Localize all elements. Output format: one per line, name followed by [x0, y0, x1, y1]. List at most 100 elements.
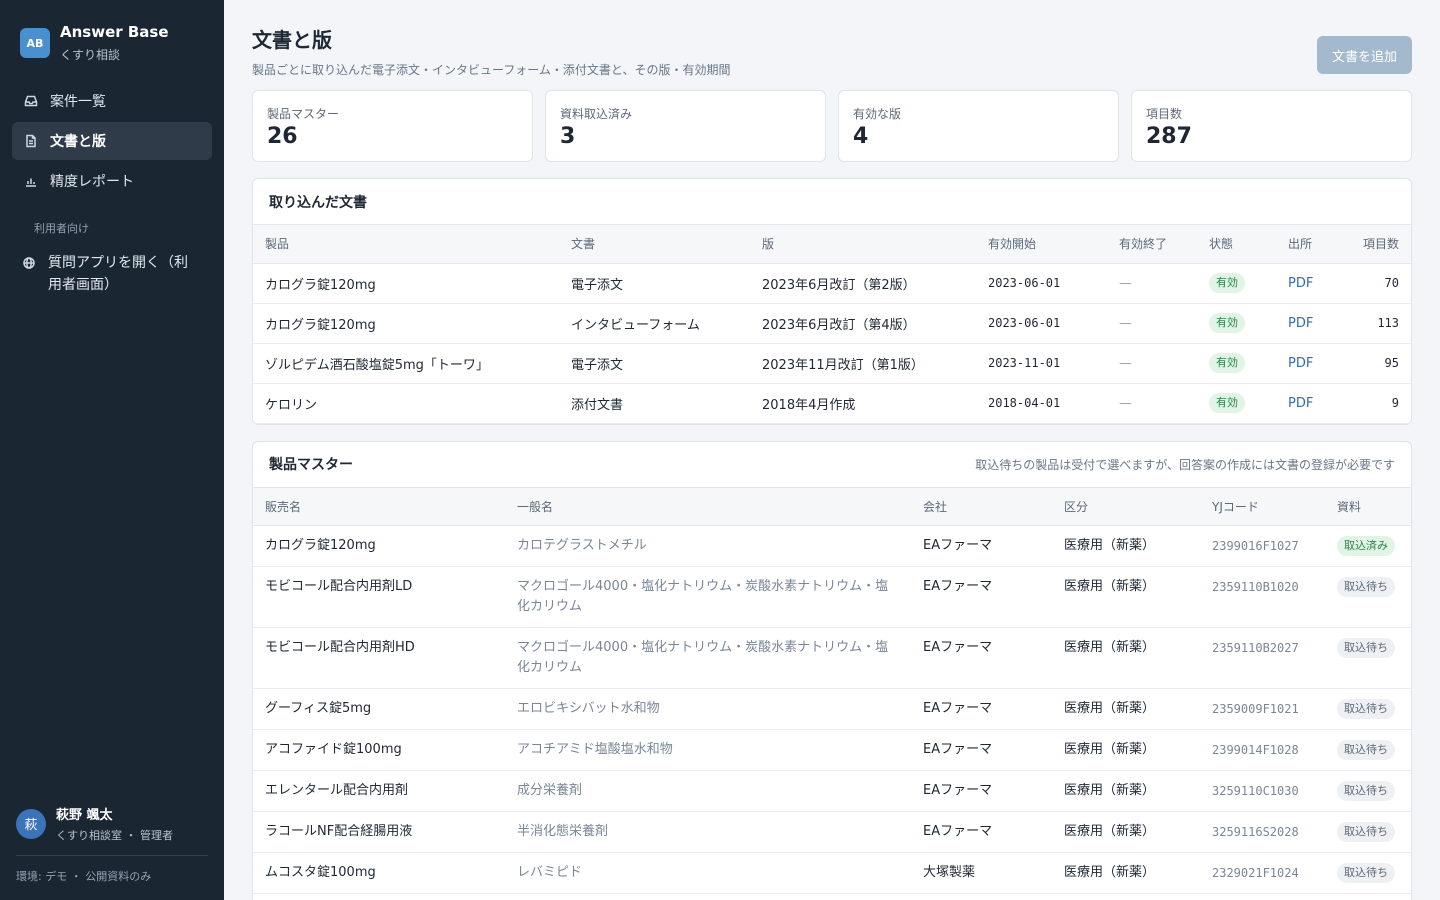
- brand-logo: AB: [20, 28, 50, 58]
- pdf-link[interactable]: PDF: [1288, 316, 1313, 331]
- version-cell: 2018年4月作成: [750, 383, 976, 424]
- sidebar-item-label: 精度レポート: [50, 174, 134, 190]
- material-status-cell: 取込待ち: [1325, 566, 1411, 628]
- source-cell: PDF: [1276, 263, 1338, 304]
- table-row[interactable]: エレンタール配合内用剤 成分栄養剤 EAファーマ 医療用（新薬） 3259110C103…: [253, 770, 1411, 812]
- category-cell: 医療用（新薬）: [1052, 688, 1200, 730]
- table-row[interactable]: ムコスタ錠100mg レバミピド 大塚製薬 医療用（新薬） 2329021F1024 取込…: [253, 852, 1411, 894]
- company-cell: [911, 893, 1052, 900]
- column-header[interactable]: 有効開始: [976, 225, 1107, 264]
- stat-value: 26: [267, 124, 298, 149]
- end-date-cell: —: [1107, 303, 1197, 344]
- generic-name-cell: カロテグラストメチル: [505, 525, 911, 567]
- inbox-icon: [24, 94, 38, 108]
- yj-code-cell: 2359110B2027: [1200, 627, 1325, 689]
- doc-cell: 電子添文: [559, 263, 750, 304]
- category-cell: 医療用（新薬）: [1052, 729, 1200, 771]
- sidebar-item-label: 案件一覧: [50, 94, 106, 110]
- table-row[interactable]: カログラ錠120mg カロテグラストメチル EAファーマ 医療用（新薬） 2399016…: [253, 525, 1411, 567]
- column-header[interactable]: 出所: [1276, 225, 1338, 264]
- user-role: くすり相談室 ・ 管理者: [56, 829, 173, 842]
- stat-value: 287: [1146, 124, 1192, 149]
- table-row[interactable]: モビコール配合内用剤LD マクロゴール4000・塩化ナトリウム・炭酸水素ナトリウム…: [253, 566, 1411, 628]
- category-cell: 医療用（新薬）: [1052, 770, 1200, 812]
- status-cell: 有効: [1197, 303, 1276, 344]
- column-header[interactable]: 資料: [1325, 487, 1411, 526]
- table-header-row: 製品 文書 版 有効開始 有効終了 状態 出所 項目数: [253, 225, 1411, 264]
- stat-label: 資料取込済み: [560, 107, 633, 121]
- sidebar-item-accuracy-report[interactable]: 精度レポート: [12, 162, 212, 200]
- column-header[interactable]: 販売名: [253, 487, 505, 526]
- company-cell: EAファーマ: [911, 525, 1052, 567]
- generic-name-cell: エロビキシバット水和物: [505, 688, 911, 730]
- company-cell: EAファーマ: [911, 688, 1052, 730]
- stat-value: 4: [853, 124, 869, 149]
- source-cell: PDF: [1276, 303, 1338, 344]
- status-badge: 取込待ち: [1337, 577, 1395, 597]
- doc-cell: 添付文書: [559, 383, 750, 424]
- column-header[interactable]: 一般名: [505, 487, 911, 526]
- yj-code-cell: 2329021F1024: [1200, 852, 1325, 894]
- bar-chart-icon: [24, 174, 38, 188]
- version-cell: 2023年6月改訂（第4版）: [750, 303, 976, 344]
- source-cell: PDF: [1276, 343, 1338, 384]
- table-row[interactable]: ラコールNF配合経腸用液 半消化態栄養剤 EAファーマ 医療用（新薬） 3259116S…: [253, 811, 1411, 853]
- version-cell: 2023年11月改訂（第1版）: [750, 343, 976, 384]
- end-date-cell: —: [1107, 383, 1197, 424]
- company-cell: EAファーマ: [911, 811, 1052, 853]
- column-header[interactable]: 項目数: [1338, 225, 1411, 264]
- table-row[interactable]: ケロリン 添付文書 2018年4月作成 2018-04-01 — 有効 PDF …: [253, 383, 1411, 424]
- table-row[interactable]: [253, 893, 1411, 900]
- pdf-link[interactable]: PDF: [1288, 396, 1313, 411]
- doc-cell: インタビューフォーム: [559, 303, 750, 344]
- column-header[interactable]: 状態: [1197, 225, 1276, 264]
- company-cell: EAファーマ: [911, 566, 1052, 628]
- generic-name-cell: アコチアミド塩酸塩水和物: [505, 729, 911, 771]
- sidebar-item-label: 質問アプリを開く（利用者画面）: [48, 255, 188, 293]
- table-row[interactable]: アコファイド錠100mg アコチアミド塩酸塩水和物 EAファーマ 医療用（新薬） 239…: [253, 729, 1411, 771]
- sales-name-cell: モビコール配合内用剤LD: [253, 566, 505, 628]
- table-row[interactable]: ゾルピデム酒石酸塩錠5mg「トーワ」 電子添文 2023年11月改訂（第1版） …: [253, 343, 1411, 384]
- card-title: 製品マスター: [269, 457, 353, 473]
- card-note: 取込待ちの製品は受付で選べますが、回答案の作成には文書の登録が必要です: [975, 457, 1395, 472]
- status-cell: 有効: [1197, 383, 1276, 424]
- column-header[interactable]: 製品: [253, 225, 559, 264]
- pdf-link[interactable]: PDF: [1288, 356, 1313, 371]
- pdf-link[interactable]: PDF: [1288, 276, 1313, 291]
- count-cell: 95: [1338, 343, 1411, 384]
- column-header[interactable]: 区分: [1052, 487, 1200, 526]
- sales-name-cell: アコファイド錠100mg: [253, 729, 505, 771]
- sidebar-item-open-user-app[interactable]: 質問アプリを開く（利用者画面）: [12, 244, 212, 304]
- column-header[interactable]: 版: [750, 225, 976, 264]
- user-profile[interactable]: 萩 萩野 颯太 くすり相談室 ・ 管理者: [16, 804, 208, 856]
- user-name: 萩野 颯太: [56, 808, 113, 823]
- table-row[interactable]: カログラ錠120mg 電子添文 2023年6月改訂（第2版） 2023-06-0…: [253, 263, 1411, 304]
- sidebar: AB Answer Base くすり相談 案件一覧 文書と版 精度レポート 利用…: [0, 0, 224, 900]
- add-document-button[interactable]: 文書を追加: [1316, 36, 1412, 74]
- column-header[interactable]: YJコード: [1200, 487, 1325, 526]
- status-badge: 取込待ち: [1337, 740, 1395, 760]
- table-row[interactable]: グーフィス錠5mg エロビキシバット水和物 EAファーマ 医療用（新薬） 2359009…: [253, 688, 1411, 730]
- brand-title: Answer Base: [60, 23, 169, 41]
- category-cell: 医療用（新薬）: [1052, 811, 1200, 853]
- column-header[interactable]: 文書: [559, 225, 750, 264]
- yj-code-cell: 2359009F1021: [1200, 688, 1325, 730]
- stat-card: 項目数 287: [1131, 90, 1412, 162]
- yj-code-cell: 3259110C1030: [1200, 770, 1325, 812]
- documents-card: 取り込んだ文書 製品 文書 版 有効開始 有効終了 状態 出所 項目数 カログラ…: [252, 178, 1412, 425]
- status-badge: 有効: [1209, 353, 1245, 373]
- brand: AB Answer Base くすり相談: [0, 0, 224, 82]
- column-header[interactable]: 有効終了: [1107, 225, 1197, 264]
- product-master-table: 販売名 一般名 会社 区分 YJコード 資料 カログラ錠120mg カロテグラスト…: [253, 487, 1411, 900]
- yj-code-cell: 2359110B1020: [1200, 566, 1325, 628]
- sidebar-item-cases[interactable]: 案件一覧: [12, 82, 212, 120]
- category-cell: 医療用（新薬）: [1052, 566, 1200, 628]
- status-badge: 有効: [1209, 313, 1245, 333]
- table-row[interactable]: モビコール配合内用剤HD マクロゴール4000・塩化ナトリウム・炭酸水素ナトリウム…: [253, 627, 1411, 689]
- status-badge: 取込待ち: [1337, 699, 1395, 719]
- start-date-cell: 2023-06-01: [976, 263, 1107, 304]
- column-header[interactable]: 会社: [911, 487, 1052, 526]
- sidebar-item-documents[interactable]: 文書と版: [12, 122, 212, 160]
- product-cell: ケロリン: [253, 383, 559, 424]
- table-row[interactable]: カログラ錠120mg インタビューフォーム 2023年6月改訂（第4版） 202…: [253, 303, 1411, 344]
